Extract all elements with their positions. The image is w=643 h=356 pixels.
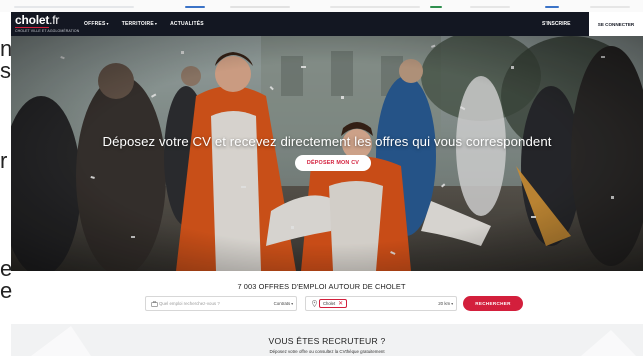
logo-name: cholet [15,13,50,27]
recruiter-title: VOUS ÊTES RECRUTEUR ? [268,336,386,346]
job-count-title: 7 003 OFFRES D'EMPLOI AUTOUR DE CHOLET [237,282,406,291]
upload-cv-button[interactable]: DÉPOSER MON CV [295,155,371,171]
hero-banner: Déposez votre CV et recevez directement … [11,36,643,271]
radius-select[interactable]: 20 km▾ [438,301,453,306]
search-button[interactable]: RECHERCHER [463,296,523,311]
radius-select-label: 20 km [438,301,451,306]
close-icon[interactable]: ✕ [338,301,343,307]
hero-title: Déposez votre CV et recevez directement … [102,134,552,149]
contract-select-label: Contrats [273,301,291,306]
job-search-field[interactable]: Quel emploi recherchez-vous ? Contrats▾ [145,296,297,311]
location-chip: Cholet ✕ [319,299,348,308]
chevron-down-icon: ▾ [154,21,158,26]
contract-select[interactable]: Contrats▾ [274,301,293,306]
recruiter-subtitle: Déposez votre offre ou consultez la CVth… [269,349,385,354]
nav-item-offres[interactable]: OFFRES▾ [84,21,109,27]
login-button[interactable]: SE CONNECTER [589,12,643,36]
logo-underline [15,27,49,28]
map-pin-icon [309,297,319,310]
recruiter-section: VOUS ÊTES RECRUTEUR ? Déposez votre offr… [11,324,643,356]
logo-tagline: CHOLET VILLE ET AGGLOMÉRATION [15,29,80,33]
logo-wordmark: cholet.fr [15,14,75,27]
nav-item-territoire[interactable]: TERRITOIRE▾ [122,21,157,27]
hero-photo [11,36,643,271]
job-search-placeholder: Quel emploi recherchez-vous ? [159,301,220,306]
location-chip-label: Cholet [323,301,336,306]
nav-item-label: OFFRES [84,21,106,27]
nav-item-label: TERRITOIRE [121,21,154,27]
briefcase-icon [149,297,159,310]
nav-item-label: ACTUALITÉS [170,21,204,27]
chevron-down-icon: ▾ [291,302,293,306]
location-field[interactable]: Cholet ✕ 20 km▾ [305,296,457,311]
signup-link[interactable]: S'INSCRIRE [542,21,570,27]
page: n s r e e cholet.fr CHOLET VILLE ET AGGL… [0,0,643,356]
chevron-down-icon: ▾ [451,302,453,306]
logo-tld: .fr [49,13,60,27]
main-menu: OFFRES▾ TERRITOIRE▾ ACTUALITÉS [84,12,204,36]
nav-item-actualites[interactable]: ACTUALITÉS [170,21,204,27]
site-logo[interactable]: cholet.fr CHOLET VILLE ET AGGLOMÉRATION [15,14,80,34]
top-navbar: cholet.fr CHOLET VILLE ET AGGLOMÉRATION … [11,12,643,36]
chevron-down-icon: ▾ [106,21,109,26]
background-top-strip [0,0,643,12]
